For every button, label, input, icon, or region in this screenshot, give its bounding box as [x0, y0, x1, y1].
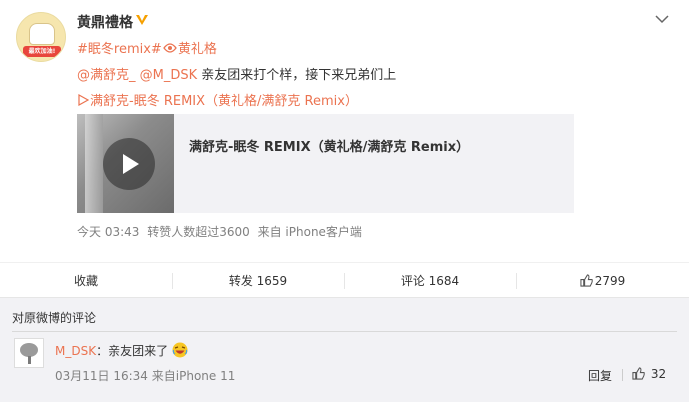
thumbs-up-icon: [632, 367, 645, 380]
action-bar: 收藏 转发 1659 评论 1684 2799: [0, 262, 689, 298]
topic-line: #眠冬remix# 黄礼格: [77, 38, 217, 57]
comment-meta: 03月11日 16:34 来自iPhone 11: [55, 367, 235, 384]
avatar-trunk: [28, 356, 31, 364]
comment-line: M_DSK：亲友团来了: [55, 342, 188, 359]
user-avatar[interactable]: 最欢加油!: [16, 12, 66, 62]
comment-text: 亲友团来了: [108, 344, 169, 358]
favorite-button[interactable]: 收藏: [0, 263, 172, 299]
comments-section: 对原微博的评论 M_DSK：亲友团来了 03月11日 16:34 来自iPhon…: [0, 298, 689, 402]
comment-like-button[interactable]: 32: [632, 367, 666, 381]
weibo-post: 最欢加油! 黄鼎禮格 #眠冬remix# 黄礼格 @满舒克_ @M_DSK 亲友团…: [0, 0, 689, 262]
thumbs-up-icon: [580, 274, 593, 287]
post-username[interactable]: 黄鼎禮格: [77, 12, 133, 32]
post-body: @满舒克_ @M_DSK 亲友团来打个样，接下来兄弟们上: [77, 64, 396, 83]
video-link-prefix[interactable]: 满舒克-: [90, 94, 134, 109]
comment-reply-button[interactable]: 回复: [588, 367, 612, 384]
video-link[interactable]: 眠冬 REMIX（黄礼格/满舒克 Remix）: [134, 94, 358, 109]
post-body-text: 亲友团来打个样，接下来兄弟们上: [197, 68, 397, 83]
comment-separator: ：: [96, 344, 109, 358]
avatar-badge-text: 最欢加油!: [23, 46, 61, 57]
avatar-face: [29, 23, 55, 45]
video-card-title[interactable]: 满舒克-眠冬 REMIX（黄礼格/满舒克 Remix）: [189, 136, 469, 155]
super-topic-icon: [162, 43, 177, 53]
comment-time: 03月11日 16:34: [55, 369, 148, 383]
avatar-tree: [20, 343, 38, 357]
like-button[interactable]: 2799: [516, 263, 689, 299]
comment-source: 来自iPhone 11: [151, 369, 236, 383]
comment-avatar[interactable]: [14, 338, 44, 368]
topic-link-mindong[interactable]: #眠冬remix#: [77, 42, 162, 57]
play-icon: [123, 154, 139, 174]
post-repost-count: 转赞人数超过3600: [147, 225, 250, 239]
mention-manshuke[interactable]: @满舒克_: [77, 68, 136, 83]
comments-header: 对原微博的评论: [12, 311, 97, 325]
post-source: 来自 iPhone客户端: [257, 225, 362, 239]
video-thumbnail[interactable]: [77, 114, 174, 213]
comment-button[interactable]: 评论 1684: [344, 263, 516, 299]
laughing-emoji-icon: [172, 342, 188, 358]
thumbnail-curtain: [85, 114, 103, 213]
vip-badge-icon: [136, 15, 148, 25]
divider: [622, 369, 623, 381]
favorite-label: 收藏: [73, 274, 98, 288]
repost-button[interactable]: 转发 1659: [172, 263, 344, 299]
topic-link-huangliige[interactable]: 黄礼格: [178, 42, 217, 57]
comments-divider: [12, 331, 677, 332]
comment-username[interactable]: M_DSK: [55, 344, 96, 358]
play-button[interactable]: [103, 138, 155, 190]
video-link-line[interactable]: 满舒克-眠冬 REMIX（黄礼格/满舒克 Remix）: [77, 90, 358, 109]
post-meta: 今天 03:43 转赞人数超过3600 来自 iPhone客户端: [77, 223, 366, 240]
mention-mdsk[interactable]: @M_DSK: [140, 68, 198, 83]
like-count: 2799: [594, 274, 626, 288]
repost-label: 转发 1659: [228, 274, 288, 288]
video-card[interactable]: 满舒克-眠冬 REMIX（黄礼格/满舒克 Remix）: [77, 114, 574, 213]
comment-label: 评论 1684: [400, 274, 460, 288]
chevron-down-icon[interactable]: [655, 14, 669, 24]
play-link-icon: [78, 94, 89, 106]
post-time[interactable]: 今天 03:43: [77, 225, 139, 239]
comment-like-count: 32: [650, 367, 667, 381]
